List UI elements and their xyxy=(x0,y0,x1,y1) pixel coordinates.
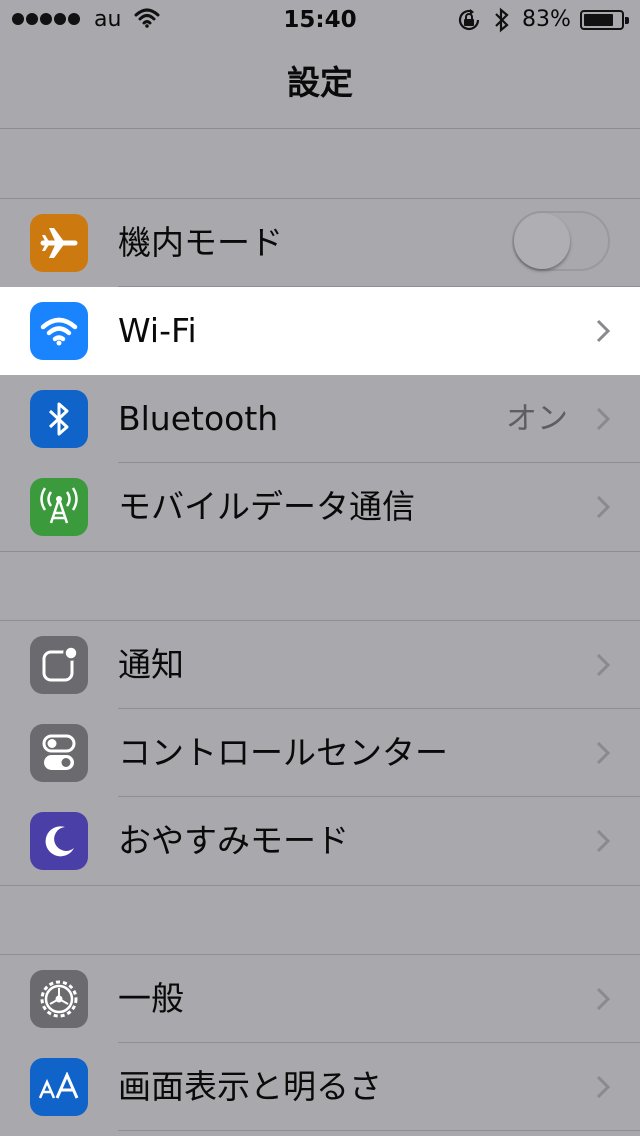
bluetooth-status-value: オン xyxy=(506,401,568,437)
chevron-right-icon xyxy=(596,987,610,1011)
rotation-lock-icon xyxy=(458,9,480,31)
row-label: 一般 xyxy=(118,979,184,1018)
row-label: コントロールセンター xyxy=(118,733,448,772)
bluetooth-row[interactable]: Bluetooth オン xyxy=(0,375,640,463)
row-label: Wi-Fi xyxy=(118,311,197,350)
control-center-row[interactable]: コントロールセンター xyxy=(0,709,640,797)
row-label: モバイルデータ通信 xyxy=(118,487,415,526)
chevron-right-icon xyxy=(596,1075,610,1099)
row-label: おやすみモード xyxy=(118,821,349,860)
cellular-antenna-icon xyxy=(30,478,88,536)
chevron-right-icon xyxy=(596,829,610,853)
battery-percentage: 83% xyxy=(522,7,571,32)
general-row[interactable]: 一般 xyxy=(0,955,640,1043)
battery-level-fill xyxy=(584,14,614,26)
navigation-bar: 設定 xyxy=(0,40,640,129)
do-not-disturb-row[interactable]: おやすみモード xyxy=(0,797,640,885)
airplane-icon xyxy=(30,214,88,272)
page-title: 設定 xyxy=(287,63,353,102)
notifications-icon xyxy=(30,636,88,694)
airplane-mode-row: 機内モード xyxy=(0,199,640,287)
moon-icon xyxy=(30,812,88,870)
wifi-icon xyxy=(30,302,88,360)
wifi-row[interactable]: Wi-Fi xyxy=(0,287,640,375)
chevron-right-icon xyxy=(596,319,610,343)
control-center-icon xyxy=(30,724,88,782)
mobile-data-row[interactable]: モバイルデータ通信 xyxy=(0,463,640,551)
chevron-right-icon xyxy=(596,495,610,519)
battery-icon xyxy=(580,10,629,30)
airplane-mode-toggle[interactable] xyxy=(512,211,610,271)
settings-group-connectivity: 機内モード Wi-Fi Bluetooth オン モバイルデータ通信 xyxy=(0,198,640,552)
settings-group-general: 一般 画面表示と明るさ xyxy=(0,954,640,1131)
gear-icon xyxy=(30,970,88,1028)
notifications-row[interactable]: 通知 xyxy=(0,621,640,709)
settings-group-notifications: 通知 コントロールセンター おやすみモード xyxy=(0,620,640,886)
row-label: Bluetooth xyxy=(118,399,279,438)
status-bar: au 15:40 83% xyxy=(0,0,640,40)
bluetooth-icon xyxy=(30,390,88,448)
display-text-size-icon xyxy=(30,1058,88,1116)
chevron-right-icon xyxy=(596,741,610,765)
chevron-right-icon xyxy=(596,653,610,677)
bluetooth-status-icon xyxy=(495,7,509,33)
row-label: 通知 xyxy=(118,645,184,684)
chevron-right-icon xyxy=(596,407,610,431)
row-label: 画面表示と明るさ xyxy=(118,1067,382,1106)
display-brightness-row[interactable]: 画面表示と明るさ xyxy=(0,1043,640,1131)
row-label: 機内モード xyxy=(118,223,283,262)
